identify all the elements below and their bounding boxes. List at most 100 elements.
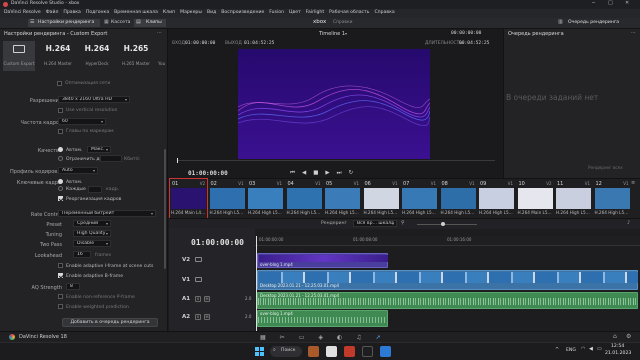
optimized-checkbox[interactable] xyxy=(57,81,62,86)
preset-custom-export[interactable]: Custom Export xyxy=(3,41,35,71)
clock-time[interactable]: 12:54 xyxy=(611,344,624,350)
keyframes-auto-radio[interactable] xyxy=(58,179,63,184)
zoom-slider-handle[interactable] xyxy=(441,222,445,226)
quality-auto-radio[interactable] xyxy=(58,147,63,152)
app-icon-4[interactable] xyxy=(362,346,373,357)
app-icon-5[interactable] xyxy=(380,346,391,357)
weighted-checkbox[interactable] xyxy=(58,304,63,309)
preset-h264-master[interactable]: H.264 H.264 Master xyxy=(42,41,74,71)
menu-item[interactable]: Маркеры xyxy=(180,10,202,16)
fairlight-page-icon[interactable]: ♫ xyxy=(356,334,361,341)
range-select[interactable]: Вся вр... шкала ▾ xyxy=(353,220,397,227)
clip-thumbnail[interactable]: 01 V2 H.264 Main L4... xyxy=(169,178,208,220)
preset-youtube[interactable]: You xyxy=(158,41,168,71)
adaptive-b-checkbox[interactable] xyxy=(58,273,63,278)
zoom-slider[interactable] xyxy=(417,224,477,225)
wifi-icon[interactable]: ◠ xyxy=(581,347,585,352)
a2-clip[interactable]: over-blog 1.mp4 xyxy=(257,310,388,327)
battery-icon[interactable]: ▭ xyxy=(597,347,602,352)
panel-scrollbar[interactable] xyxy=(164,149,166,269)
clip-thumbnail[interactable]: 12 V1 H.264 High L5... xyxy=(594,179,631,219)
gear-icon[interactable]: ⚙ xyxy=(626,334,631,340)
track-lock-icon[interactable] xyxy=(195,257,202,262)
last-frame-icon[interactable]: ⏭ xyxy=(337,170,342,177)
reorder-checkbox[interactable] xyxy=(58,196,63,201)
aq-input[interactable]: 8 xyxy=(66,283,80,290)
volume-icon[interactable]: ◀ xyxy=(589,347,593,352)
render-queue-button[interactable]: ▥ Очередь рендеринга xyxy=(556,19,620,27)
app-icon-1[interactable] xyxy=(308,346,319,357)
solo-button[interactable]: S xyxy=(195,296,201,302)
profile-select[interactable]: Auto ▾ xyxy=(58,167,98,174)
more-icon[interactable]: ⋯ xyxy=(157,31,162,36)
menu-item[interactable]: Подгонка xyxy=(86,10,109,16)
clips-tab[interactable]: ▤ Клипы xyxy=(134,19,166,27)
lookahead-input[interactable]: 16 xyxy=(73,251,91,258)
clip-thumbnail[interactable]: 10 V2 H.264 Main L5... xyxy=(517,179,554,219)
music-note-icon[interactable]: ♪ xyxy=(627,221,630,226)
deliver-page-icon[interactable]: ➚ xyxy=(376,334,381,341)
reverse-icon[interactable]: ◀ xyxy=(302,170,306,177)
timeline-name[interactable]: Timeline 1 xyxy=(319,32,345,37)
close-button[interactable]: ✕ xyxy=(625,1,629,6)
menu-item[interactable]: Справка xyxy=(374,10,394,16)
app-icon-3[interactable] xyxy=(344,346,355,357)
timeline-tools-icon[interactable]: ⚲ xyxy=(401,221,405,226)
preset-hyperdeck[interactable]: H.264 HyperDeck xyxy=(81,41,113,71)
chevron-down-icon[interactable]: ▾ xyxy=(345,32,347,36)
cassette-tab[interactable]: ▦ Кассета xyxy=(102,19,132,27)
preset-select[interactable]: Средний ▾ xyxy=(73,220,111,227)
fusion-page-icon[interactable]: ◈ xyxy=(318,334,323,341)
track-lock-icon[interactable] xyxy=(195,277,202,282)
render-all-button[interactable]: Рендеринг всех xyxy=(588,165,623,170)
nonref-checkbox[interactable] xyxy=(58,294,63,299)
preset-h265-master[interactable]: H.265 H.265 Master xyxy=(120,41,152,71)
clip-thumbnail[interactable]: 02 V1 H.264 High L5... xyxy=(209,179,246,219)
loop-icon[interactable]: ↻ xyxy=(349,170,354,177)
minimize-button[interactable]: ─ xyxy=(592,1,595,6)
a1-clip[interactable]: Desktop 2023.01.21 - 12.25.03.01.mp4 xyxy=(257,292,638,309)
keyframes-every-radio[interactable] xyxy=(58,186,63,191)
stop-icon[interactable]: ■ xyxy=(313,170,318,177)
menu-item[interactable]: Рабочая область xyxy=(329,10,369,16)
filter-icon[interactable]: ≡ xyxy=(631,181,635,186)
solo-button[interactable]: S xyxy=(195,314,201,320)
maximize-button[interactable]: □ xyxy=(608,1,613,6)
playhead-marker[interactable] xyxy=(177,158,178,163)
vertical-res-checkbox[interactable] xyxy=(58,108,63,113)
clip-thumbnail[interactable]: 06 V1 H.264 High L5... xyxy=(363,179,400,219)
adaptive-i-checkbox[interactable] xyxy=(58,263,63,268)
clip-thumbnail[interactable]: 03 V1 H.264 High L5... xyxy=(247,179,284,219)
clip-thumbnail[interactable]: 07 V1 H.264 High L5... xyxy=(401,179,438,219)
color-page-icon[interactable]: ◐ xyxy=(337,334,342,341)
play-icon[interactable]: ▶ xyxy=(325,170,329,177)
taskbar-search[interactable]: ⌕ Поиск xyxy=(270,346,302,357)
menu-item[interactable]: Вид xyxy=(207,10,216,16)
rate-control-select[interactable]: Переменный битрейт ▾ xyxy=(58,210,156,217)
v2-clip[interactable]: over-blog 1.mp4 xyxy=(257,253,388,268)
two-pass-select[interactable]: Disable ▾ xyxy=(73,240,111,247)
menu-item[interactable]: Клип xyxy=(163,10,175,16)
app-icon-2[interactable] xyxy=(326,346,337,357)
menu-item[interactable]: Воспроизведение xyxy=(221,10,264,16)
more-icon[interactable]: ⋯ xyxy=(631,31,636,36)
chapters-checkbox[interactable] xyxy=(58,129,63,134)
mute-button[interactable]: M xyxy=(204,296,210,302)
clip-thumbnail[interactable]: 09 V1 H.264 High L5... xyxy=(478,179,515,219)
keyframes-every-input[interactable] xyxy=(88,186,102,193)
menu-item[interactable]: Файл xyxy=(46,10,59,16)
tuning-select[interactable]: High Quality ▾ xyxy=(73,230,111,237)
fps-select[interactable]: 60 ▾ xyxy=(58,118,106,125)
limit-radio[interactable] xyxy=(58,156,63,161)
menu-item[interactable]: Временная шкала xyxy=(114,10,158,16)
scrubber-bar[interactable] xyxy=(177,160,495,161)
render-settings-tab[interactable]: ☰ Настройки рендеринга xyxy=(28,19,100,27)
menu-item[interactable]: Цвет xyxy=(289,10,301,16)
add-to-queue-button[interactable]: Добавить в очередь рендеринга xyxy=(62,318,158,327)
v1-clip[interactable]: Desktop 2023.01.21 - 12.25.03.01.mp4 xyxy=(257,270,638,290)
tray-chevron-icon[interactable]: ^ xyxy=(555,348,559,353)
home-icon[interactable]: ⌂ xyxy=(613,334,617,340)
language-indicator[interactable]: ENG xyxy=(566,348,576,354)
limit-input[interactable] xyxy=(100,155,122,162)
clip-thumbnail[interactable]: 08 V1 H.264 High L5... xyxy=(440,179,477,219)
